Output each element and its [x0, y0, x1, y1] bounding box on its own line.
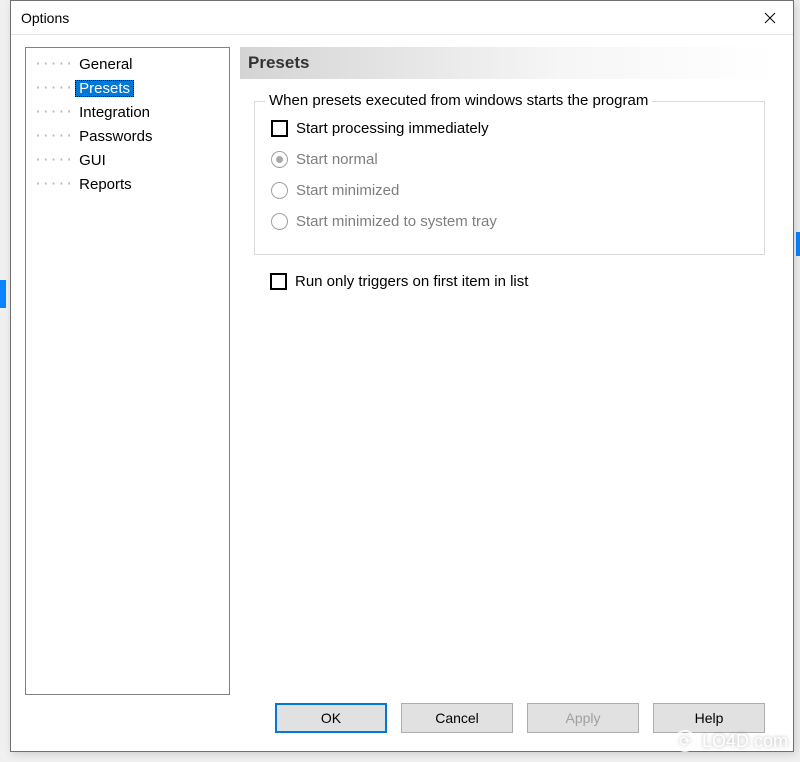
tree-item-label: GUI [75, 152, 110, 169]
radio-label: Start normal [296, 151, 378, 168]
background-accent [796, 232, 800, 256]
radio-label: Start minimized [296, 182, 399, 199]
start-tray-radio[interactable]: Start minimized to system tray [271, 213, 748, 230]
background-accent [0, 280, 6, 308]
tree-item-label: Reports [75, 176, 136, 193]
tree-branch-icon: ····· [34, 177, 73, 192]
radio-icon [271, 151, 288, 168]
panel-heading: Presets [240, 47, 775, 79]
tree-item-label: General [75, 56, 136, 73]
radio-icon [271, 213, 288, 230]
window-title: Options [21, 10, 747, 26]
tree-item-label: Presets [75, 80, 134, 97]
tree-item-general[interactable]: ····· General [30, 52, 225, 76]
tree-item-gui[interactable]: ····· GUI [30, 148, 225, 172]
tree-item-presets[interactable]: ····· Presets [30, 76, 225, 100]
tree-branch-icon: ····· [34, 105, 73, 120]
tree-branch-icon: ····· [34, 81, 73, 96]
apply-button[interactable]: Apply [527, 703, 639, 733]
options-dialog: Options ····· General ····· Presets ····… [10, 0, 794, 752]
checkbox-label: Start processing immediately [296, 120, 489, 137]
checkbox-icon [271, 120, 288, 137]
tree-item-reports[interactable]: ····· Reports [30, 172, 225, 196]
radio-label: Start minimized to system tray [296, 213, 497, 230]
cancel-button[interactable]: Cancel [401, 703, 513, 733]
run-only-triggers-checkbox[interactable]: Run only triggers on first item in list [270, 273, 765, 290]
tree-branch-icon: ····· [34, 57, 73, 72]
panel-body: When presets executed from windows start… [240, 79, 775, 695]
help-button[interactable]: Help [653, 703, 765, 733]
start-minimized-radio[interactable]: Start minimized [271, 182, 748, 199]
close-button[interactable] [747, 2, 793, 34]
checkbox-label: Run only triggers on first item in list [295, 273, 528, 290]
groupbox-legend: When presets executed from windows start… [265, 92, 652, 109]
tree-branch-icon: ····· [34, 153, 73, 168]
radio-icon [271, 182, 288, 199]
checkbox-icon [270, 273, 287, 290]
tree-item-passwords[interactable]: ····· Passwords [30, 124, 225, 148]
ok-button[interactable]: OK [275, 703, 387, 733]
start-processing-checkbox[interactable]: Start processing immediately [271, 120, 748, 137]
close-icon [764, 12, 776, 24]
titlebar: Options [11, 1, 793, 35]
preset-start-groupbox: When presets executed from windows start… [254, 101, 765, 255]
dialog-button-row: OK Cancel Apply Help [11, 695, 793, 751]
tree-item-label: Passwords [75, 128, 156, 145]
tree-branch-icon: ····· [34, 129, 73, 144]
tree-item-label: Integration [75, 104, 154, 121]
start-normal-radio[interactable]: Start normal [271, 151, 748, 168]
options-tree[interactable]: ····· General ····· Presets ····· Integr… [25, 47, 230, 695]
tree-item-integration[interactable]: ····· Integration [30, 100, 225, 124]
content-panel: Presets When presets executed from windo… [240, 47, 779, 695]
dialog-body: ····· General ····· Presets ····· Integr… [11, 35, 793, 695]
